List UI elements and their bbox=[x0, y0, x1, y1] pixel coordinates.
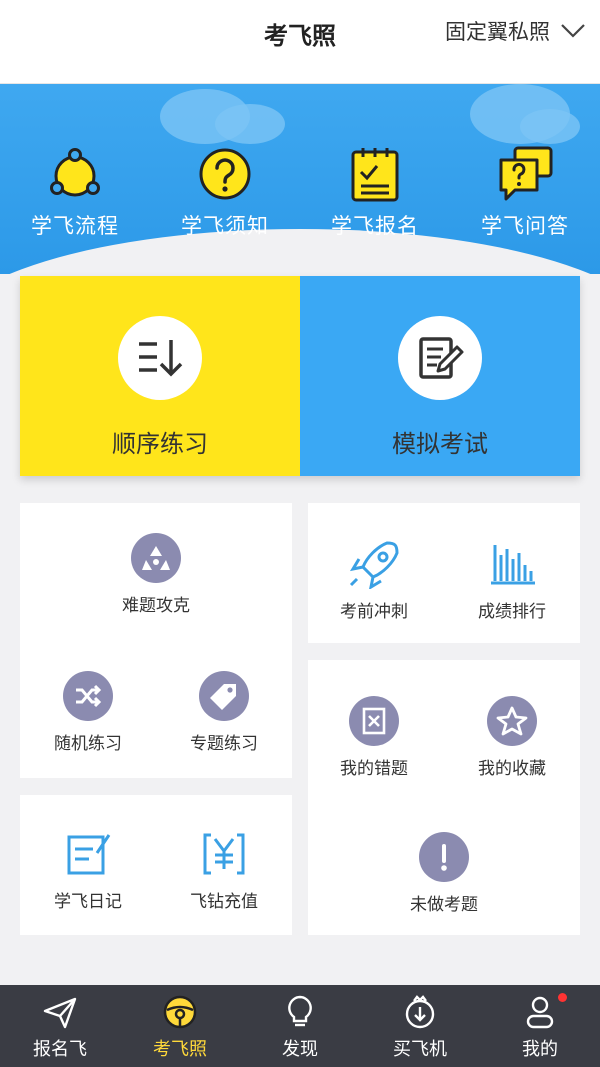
card-exam-prep: 考前冲刺 成绩排行 bbox=[308, 503, 580, 643]
qa-chat-icon bbox=[499, 146, 553, 201]
banner-item-label: 学飞流程 bbox=[31, 214, 119, 238]
notebook-edit-icon bbox=[67, 834, 111, 875]
sequential-practice-button[interactable]: 顺序练习 bbox=[20, 276, 300, 476]
card-my-questions: 我的错题 我的收藏 未做考题 bbox=[308, 660, 580, 935]
bar-chart-icon bbox=[491, 545, 535, 585]
banner-item-qa[interactable]: 学飞问答 bbox=[450, 144, 600, 240]
banner-item-label: 学飞须知 bbox=[181, 214, 269, 238]
tab-signup-fly[interactable]: 报名飞 bbox=[0, 985, 120, 1067]
license-type-label: 固定翼私照 bbox=[445, 20, 550, 44]
tile-label: 成绩排行 bbox=[478, 602, 546, 622]
tab-label: 发现 bbox=[282, 1039, 318, 1060]
tab-label: 报名飞 bbox=[33, 1039, 87, 1060]
card-diary-recharge: 学飞日记 飞钻充值 bbox=[20, 795, 292, 935]
pre-exam-sprint-tile[interactable]: 考前冲刺 bbox=[324, 539, 424, 622]
tile-label: 难题攻克 bbox=[122, 596, 190, 616]
tile-label: 专题练习 bbox=[190, 734, 258, 754]
notification-dot bbox=[558, 993, 567, 1002]
wrong-answer-icon bbox=[362, 707, 386, 735]
banner: 学飞流程 学飞须知 学飞报名 学飞问答 bbox=[0, 84, 600, 274]
tab-exam-license[interactable]: 考飞照 bbox=[120, 985, 240, 1067]
bottom-tab-bar: 报名飞 考飞照 发现 买飞机 我的 bbox=[0, 985, 600, 1067]
tile-label: 飞钻充值 bbox=[190, 892, 258, 912]
card-practice-modes: 难题攻克 随机练习 专题练习 bbox=[20, 503, 292, 778]
lightbulb-icon bbox=[288, 995, 312, 1027]
tile-label: 学飞日记 bbox=[54, 892, 122, 912]
banner-item-notice[interactable]: 学飞须知 bbox=[150, 144, 300, 240]
flight-diary-tile[interactable]: 学飞日记 bbox=[38, 829, 138, 912]
practice-panel: 顺序练习 模拟考试 bbox=[20, 276, 580, 476]
recycle-icon bbox=[142, 546, 170, 570]
sort-list-icon bbox=[139, 340, 183, 377]
yuan-recharge-icon bbox=[203, 833, 245, 875]
tab-mine[interactable]: 我的 bbox=[480, 985, 600, 1067]
rocket-icon bbox=[349, 541, 399, 589]
shopping-bag-icon bbox=[405, 995, 435, 1029]
tab-buy-plane[interactable]: 买飞机 bbox=[360, 985, 480, 1067]
mock-exam-button[interactable]: 模拟考试 bbox=[300, 276, 580, 476]
mock-exam-label: 模拟考试 bbox=[392, 430, 488, 458]
top-header: 考飞照 固定翼私照 bbox=[0, 0, 600, 84]
score-ranking-tile[interactable]: 成绩排行 bbox=[462, 539, 562, 622]
my-favorites-tile[interactable]: 我的收藏 bbox=[462, 696, 562, 779]
star-icon bbox=[496, 706, 528, 736]
exam-edit-icon bbox=[419, 337, 464, 379]
random-practice-tile[interactable]: 随机练习 bbox=[38, 671, 138, 754]
banner-item-signup[interactable]: 学飞报名 bbox=[300, 144, 450, 240]
exclamation-icon bbox=[441, 844, 447, 871]
chevron-down-icon bbox=[561, 24, 585, 38]
topic-practice-tile[interactable]: 专题练习 bbox=[174, 671, 274, 754]
tab-label: 我的 bbox=[522, 1039, 558, 1060]
tile-label: 我的错题 bbox=[340, 759, 408, 779]
paper-plane-icon bbox=[43, 997, 77, 1029]
tab-label: 考飞照 bbox=[153, 1039, 207, 1060]
process-cycle-icon bbox=[50, 148, 100, 197]
tile-label: 我的收藏 bbox=[478, 759, 546, 779]
steering-wheel-icon bbox=[163, 995, 197, 1029]
my-mistakes-tile[interactable]: 我的错题 bbox=[324, 696, 424, 779]
sequential-practice-label: 顺序练习 bbox=[112, 430, 208, 458]
shuffle-icon bbox=[76, 684, 102, 708]
banner-item-label: 学飞问答 bbox=[481, 214, 569, 238]
tile-label: 未做考题 bbox=[410, 895, 478, 915]
hard-questions-tile[interactable]: 难题攻克 bbox=[106, 533, 206, 616]
tab-discover[interactable]: 发现 bbox=[240, 985, 360, 1067]
banner-item-process[interactable]: 学飞流程 bbox=[0, 144, 150, 240]
user-icon bbox=[526, 996, 554, 1029]
license-type-dropdown[interactable]: 固定翼私照 bbox=[445, 16, 586, 46]
tile-label: 随机练习 bbox=[54, 734, 122, 754]
tag-icon bbox=[210, 684, 236, 710]
diamond-recharge-tile[interactable]: 飞钻充值 bbox=[174, 829, 274, 912]
tile-label: 考前冲刺 bbox=[340, 602, 408, 622]
question-icon bbox=[199, 148, 251, 200]
tab-label: 买飞机 bbox=[393, 1039, 447, 1060]
clipboard-signup-icon bbox=[351, 148, 399, 202]
banner-item-label: 学飞报名 bbox=[331, 214, 419, 238]
undone-questions-tile[interactable]: 未做考题 bbox=[394, 832, 494, 915]
